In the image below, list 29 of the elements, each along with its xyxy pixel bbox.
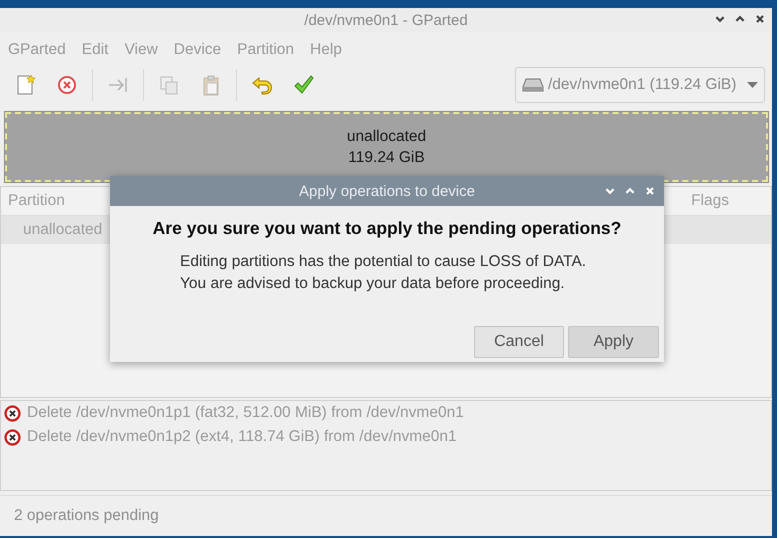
- device-dropdown[interactable]: /dev/nvme0n1 (119.24 GiB): [515, 67, 765, 103]
- close-icon[interactable]: [754, 13, 766, 25]
- dialog-message: Editing partitions has the potential to cause LOSS of DATA.: [180, 252, 588, 272]
- partition-label: unallocated: [346, 127, 426, 147]
- disk-graph[interactable]: unallocated 119.24 GiB: [5, 112, 768, 182]
- menu-item[interactable]: Partition: [229, 38, 302, 64]
- delete-icon: [4, 428, 21, 446]
- menu-item[interactable]: View: [116, 38, 166, 64]
- status-text: 2 operations pending: [14, 507, 159, 525]
- menu-item[interactable]: Help: [302, 38, 350, 64]
- operation-text: Delete /dev/nvme0n1p2 (ext4, 118.74 GiB) from /dev/nvme0n1: [27, 428, 457, 446]
- menu-item[interactable]: Device: [166, 38, 230, 64]
- apply-button[interactable]: Apply: [568, 326, 659, 358]
- delete-icon: [55, 73, 79, 97]
- table-cell: unallocated: [23, 221, 102, 239]
- dialog-message: You are advised to backup your data before proceeding.: [180, 274, 566, 294]
- window-title: /dev/nvme0n1 - GParted: [304, 12, 468, 28]
- dialog-heading: Are you sure you want to apply the pending operations?: [152, 218, 622, 239]
- cancel-button[interactable]: Cancel: [474, 326, 564, 358]
- device-name: /dev/nvme0n1 (119.24 GiB): [548, 76, 736, 94]
- partition-size: 119.24 GiB: [348, 148, 425, 168]
- menu-item[interactable]: GParted: [0, 38, 74, 64]
- caret-icon: [747, 81, 758, 89]
- column-header[interactable]: Partition: [8, 192, 65, 210]
- dialog-title: Apply operations to device: [299, 182, 475, 200]
- column-header[interactable]: Flags: [691, 192, 729, 210]
- menu-item[interactable]: Edit: [74, 38, 116, 64]
- delete-icon: [4, 404, 21, 422]
- operation-text: Delete /dev/nvme0n1p1 (fat32, 512.00 MiB) from /dev/nvme0n1: [27, 404, 464, 422]
